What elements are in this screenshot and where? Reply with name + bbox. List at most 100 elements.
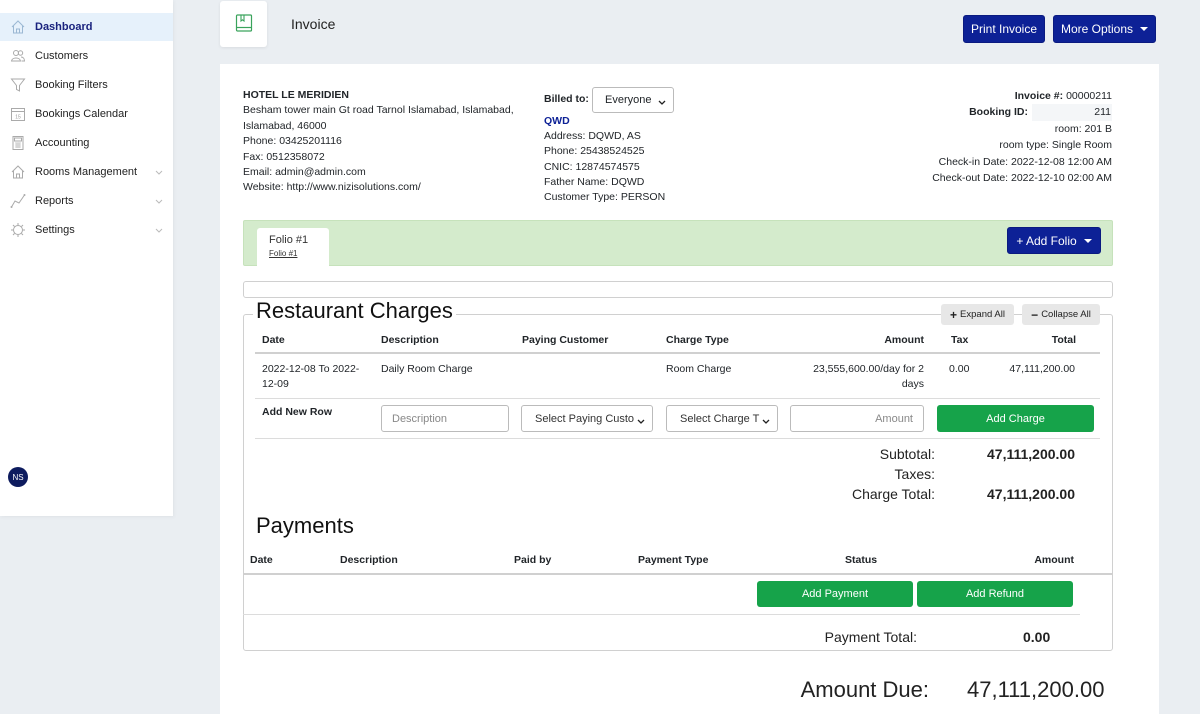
sidebar-item-label: Settings bbox=[35, 224, 75, 236]
filter-icon bbox=[9, 76, 27, 94]
add-new-row-label: Add New Row bbox=[262, 406, 332, 418]
plus-icon: + bbox=[950, 307, 958, 322]
users-icon bbox=[9, 47, 27, 65]
folio-note-input[interactable] bbox=[243, 281, 1113, 298]
invoice-header-icon-box bbox=[220, 1, 267, 47]
charge-date-line1: 2022-12-08 To 2022- bbox=[262, 363, 360, 375]
invoice-info: Invoice #: 00000211 Booking ID: 211 room:… bbox=[932, 88, 1112, 186]
subtotal-label: Subtotal: bbox=[879, 446, 935, 462]
charge-description: Daily Room Charge bbox=[381, 363, 473, 375]
column-header-charge-type: Charge Type bbox=[666, 334, 729, 346]
sidebar-item-settings[interactable]: Settings bbox=[0, 216, 173, 244]
customer-phone: Phone: 25438524525 bbox=[544, 145, 645, 158]
table-divider bbox=[255, 352, 1100, 354]
sidebar-item-label: Bookings Calendar bbox=[35, 108, 128, 120]
charge-tax: 0.00 bbox=[949, 363, 970, 375]
sidebar-item-bookings-calendar[interactable]: 15 Bookings Calendar bbox=[0, 100, 173, 128]
description-placeholder: Description bbox=[392, 412, 448, 425]
payment-column-date: Date bbox=[250, 554, 273, 566]
folio-tab[interactable]: Folio #1 Folio #1 bbox=[257, 228, 329, 267]
add-refund-button[interactable]: Add Refund bbox=[917, 581, 1073, 607]
minus-icon: − bbox=[1031, 307, 1039, 322]
add-folio-label: + Add Folio bbox=[1016, 233, 1077, 248]
room-type: room type: Single Room bbox=[999, 139, 1112, 152]
payment-column-payment-type: Payment Type bbox=[638, 554, 709, 566]
charge-type-select[interactable]: Select Charge T bbox=[666, 405, 778, 432]
table-divider bbox=[243, 573, 1113, 575]
payment-total-value: 0.00 bbox=[1023, 629, 1051, 645]
book-icon bbox=[234, 13, 254, 36]
description-input[interactable]: Description bbox=[381, 405, 509, 432]
collapse-all-label: Collapse All bbox=[1041, 309, 1091, 320]
expand-all-button[interactable]: + Expand All bbox=[941, 304, 1014, 325]
svg-text:15: 15 bbox=[15, 115, 21, 121]
column-header-tax: Tax bbox=[951, 334, 969, 346]
add-charge-button[interactable]: Add Charge bbox=[937, 405, 1094, 432]
payment-column-amount: Amount bbox=[1034, 554, 1074, 566]
add-payment-button[interactable]: Add Payment bbox=[757, 581, 913, 607]
sidebar-item-booking-filters[interactable]: Booking Filters bbox=[0, 71, 173, 99]
hotel-fax: Fax: 0512358072 bbox=[243, 150, 325, 163]
checkin-date: Check-in Date: 2022-12-08 12:00 AM bbox=[938, 155, 1112, 168]
customer-type: Customer Type: PERSON bbox=[544, 191, 666, 204]
table-divider bbox=[243, 614, 1080, 615]
booking-id: 211 bbox=[1032, 104, 1112, 121]
user-avatar[interactable]: NS bbox=[8, 467, 28, 487]
hotel-phone: Phone: 03425201116 bbox=[243, 135, 342, 148]
charge-date: 2022-12-08 To 2022- 12-09 bbox=[262, 362, 359, 392]
charge-type: Room Charge bbox=[666, 363, 732, 375]
more-options-button[interactable]: More Options bbox=[1053, 15, 1156, 43]
payment-column-status: Status bbox=[845, 554, 878, 566]
charge-total-label: Charge Total: bbox=[851, 486, 935, 502]
sidebar-item-accounting[interactable]: Accounting bbox=[0, 129, 173, 157]
invoice-number: 00000211 bbox=[1066, 90, 1112, 102]
print-invoice-button[interactable]: Print Invoice bbox=[963, 15, 1045, 43]
charge-total-value: 47,111,200.00 bbox=[987, 486, 1075, 502]
customer-father-name: Father Name: DQWD bbox=[544, 175, 645, 188]
sidebar-item-customers[interactable]: Customers bbox=[0, 42, 173, 70]
booking-id-row: Booking ID: 211 bbox=[932, 104, 1112, 121]
hotel-email: Email: admin@admin.com bbox=[243, 166, 366, 179]
page-title: Invoice bbox=[291, 16, 336, 32]
payment-column-description: Description bbox=[340, 554, 398, 566]
taxes-label: Taxes: bbox=[894, 466, 935, 482]
folio-tab-link[interactable]: Folio #1 bbox=[269, 249, 329, 258]
home-icon bbox=[9, 18, 27, 36]
amount-placeholder: Amount bbox=[875, 412, 913, 425]
sidebar-item-dashboard[interactable]: Dashboard bbox=[0, 13, 173, 41]
charge-amount: 23,555,600.00/day for 2 days bbox=[813, 362, 924, 392]
billed-to-select[interactable]: Everyone bbox=[592, 87, 674, 113]
column-header-paying-customer: Paying Customer bbox=[522, 334, 609, 346]
room-number: room: 201 B bbox=[1054, 122, 1112, 135]
amount-input[interactable]: Amount bbox=[790, 405, 924, 432]
sidebar-item-rooms-management[interactable]: Rooms Management bbox=[0, 158, 173, 186]
paying-customer-select[interactable]: Select Paying Custo bbox=[521, 405, 653, 432]
hotel-name: HOTEL LE MERIDIEN bbox=[243, 89, 349, 101]
amount-due-label: Amount Due: bbox=[800, 677, 929, 702]
customer-address: Address: DQWD, AS bbox=[544, 130, 641, 143]
charge-date-line2: 12-09 bbox=[262, 378, 289, 390]
calendar-icon: 15 bbox=[9, 105, 27, 123]
sidebar-item-reports[interactable]: Reports bbox=[0, 187, 173, 215]
payment-total-label: Payment Total: bbox=[824, 629, 917, 645]
checkout-date: Check-out Date: 2022-12-10 02:00 AM bbox=[932, 172, 1112, 185]
charges-title: Restaurant Charges bbox=[253, 298, 456, 324]
print-invoice-label: Print Invoice bbox=[970, 22, 1038, 36]
chevron-down-icon bbox=[155, 167, 163, 179]
invoice-card: HOTEL LE MERIDIEN Besham tower main Gt r… bbox=[220, 64, 1159, 714]
chevron-down-icon bbox=[762, 416, 770, 428]
customer-name: QWD bbox=[544, 115, 570, 127]
charge-amount-line2: days bbox=[901, 378, 924, 390]
column-header-date: Date bbox=[262, 334, 285, 346]
chevron-down-icon bbox=[658, 97, 666, 109]
collapse-all-button[interactable]: − Collapse All bbox=[1022, 304, 1100, 325]
chart-line-icon bbox=[9, 192, 27, 210]
charge-total: 47,111,200.00 bbox=[1009, 363, 1075, 375]
add-folio-button[interactable]: + Add Folio bbox=[1007, 227, 1101, 254]
sidebar: Dashboard Customers Booking Filters 15 B… bbox=[0, 0, 173, 516]
caret-down-icon bbox=[1140, 27, 1149, 31]
sidebar-item-label: Customers bbox=[35, 50, 89, 62]
sidebar-item-label: Rooms Management bbox=[35, 166, 138, 178]
amount-due-value: 47,111,200.00 bbox=[967, 677, 1105, 702]
hotel-info: HOTEL LE MERIDIEN Besham tower main Gt r… bbox=[243, 88, 514, 196]
